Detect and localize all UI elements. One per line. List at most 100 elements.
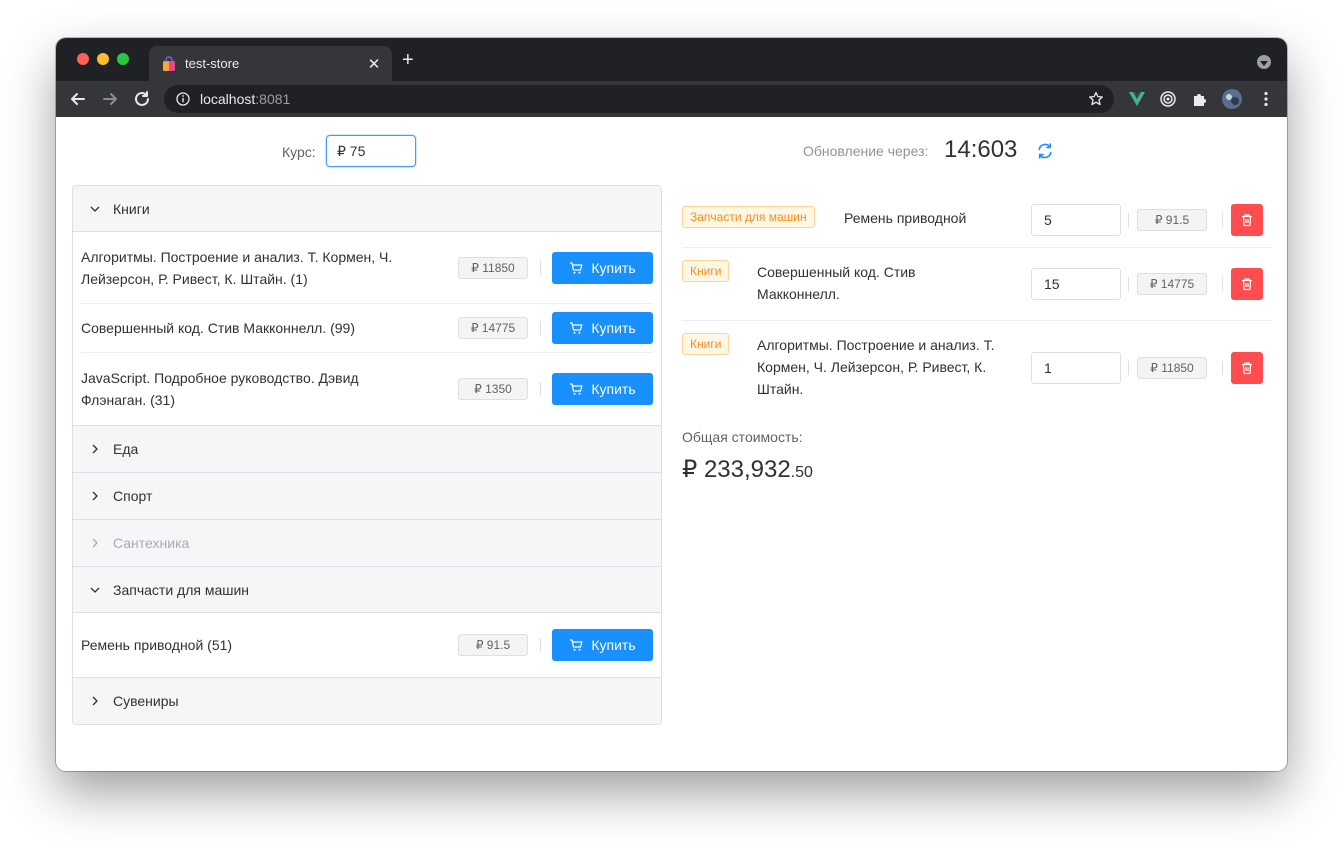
close-tab-icon[interactable]: ✕ [366, 55, 382, 73]
product-name: Совершенный код. Стив Макконнелл. (99) [81, 320, 355, 336]
divider [1128, 277, 1129, 291]
buy-button[interactable]: Купить [552, 312, 653, 344]
rate-label: Курс: [282, 144, 316, 160]
category-title: Спорт [113, 488, 153, 504]
minimize-window-button[interactable] [97, 53, 109, 65]
category-header-food[interactable]: Еда [73, 426, 661, 472]
buy-label: Купить [591, 259, 636, 276]
product-row: Ремень приводной (51) ₽ 91.5 Купить [81, 613, 653, 677]
info-icon[interactable] [176, 92, 190, 106]
category-plumbing: Сантехника [73, 520, 661, 567]
category-title: Еда [113, 441, 139, 457]
extensions-puzzle-icon[interactable] [1191, 90, 1209, 108]
url-port: :8081 [255, 91, 291, 107]
cart-item-name: Алгоритмы. Построение и анализ. Т. Корме… [757, 337, 995, 397]
shopping-bag-icon [163, 55, 175, 71]
new-tab-icon[interactable]: + [402, 50, 414, 70]
category-tag: Книги [682, 333, 730, 355]
category-title: Книги [113, 200, 150, 217]
browser-menu-icon[interactable] [1257, 90, 1275, 108]
category-food: Еда [73, 426, 661, 473]
product-price: ₽ 11850 [458, 256, 528, 279]
chevron-down-icon [90, 206, 100, 212]
cart-item: Книги Алгоритмы. Построение и анализ. Т.… [682, 321, 1272, 417]
category-books: Книги Алгоритмы. Построение и анализ. Т.… [73, 186, 661, 426]
category-header-car-parts[interactable]: Запчасти для машин [73, 567, 661, 613]
page-content: Курс: Обновление через: 14:603 Книги Алг… [56, 117, 1287, 771]
tab-strip: test-store ✕ + [56, 38, 1287, 81]
buy-label: Купить [591, 637, 636, 653]
category-body: Алгоритмы. Построение и анализ. Т. Корме… [73, 232, 661, 425]
buy-button[interactable]: Купить [552, 629, 653, 661]
maximize-window-button[interactable] [117, 53, 129, 65]
category-header-souvenirs[interactable]: Сувениры [73, 678, 661, 724]
forward-arrow-icon[interactable] [100, 89, 120, 109]
delete-button[interactable] [1231, 204, 1263, 236]
refresh-icon[interactable] [1036, 142, 1054, 160]
target-extension-icon[interactable] [1159, 90, 1177, 108]
cart-item-name: Совершенный код. Стив Макконнелл. [757, 264, 916, 302]
category-souvenirs: Сувениры [73, 678, 661, 724]
window-controls [77, 53, 129, 65]
delete-button[interactable] [1231, 352, 1263, 384]
total-label: Общая стоимость: [682, 429, 803, 445]
tab-search-icon[interactable] [1257, 55, 1271, 69]
quantity-input[interactable] [1031, 268, 1121, 300]
category-title: Сувениры [113, 693, 179, 709]
reload-icon[interactable] [132, 89, 152, 109]
divider [1222, 361, 1223, 375]
update-countdown: 14:603 [944, 136, 1018, 163]
browser-tab[interactable]: test-store ✕ [149, 46, 392, 81]
product-row: Совершенный код. Стив Макконнелл. (99) ₽… [81, 304, 653, 353]
product-row: Алгоритмы. Построение и анализ. Т. Корме… [81, 232, 653, 304]
product-price: ₽ 14775 [458, 317, 528, 339]
trash-icon [1242, 278, 1252, 291]
vue-devtools-icon[interactable] [1128, 90, 1146, 108]
chevron-down-icon [90, 587, 100, 593]
delete-button[interactable] [1231, 268, 1263, 300]
category-title: Сантехника [113, 535, 190, 551]
product-price: ₽ 1350 [458, 378, 528, 400]
product-name: JavaScript. Подробное руководство. Дэвид… [81, 370, 359, 408]
divider [540, 382, 541, 396]
trash-icon [1242, 214, 1252, 227]
buy-button[interactable]: Купить [552, 373, 653, 405]
total-amount: ₽ 233,932 [682, 456, 791, 483]
category-header-sport[interactable]: Спорт [73, 473, 661, 519]
chevron-right-icon [92, 444, 98, 454]
cart-icon [570, 322, 583, 334]
buy-button[interactable]: Купить [552, 251, 653, 284]
divider [1222, 213, 1223, 227]
divider [540, 260, 541, 275]
bookmark-star-icon[interactable] [1088, 91, 1104, 107]
cart-panel: Запчасти для машин Ремень приводной ₽ 91… [682, 189, 1272, 484]
quantity-input[interactable] [1031, 204, 1121, 236]
total-cents: .50 [790, 464, 813, 481]
buy-label: Купить [591, 381, 636, 397]
category-tag: Книги [682, 260, 730, 282]
buy-label: Купить [591, 320, 636, 336]
divider [1128, 213, 1129, 227]
browser-toolbar: localhost:8081 [56, 81, 1287, 117]
profile-avatar-icon[interactable] [1222, 89, 1242, 109]
quantity-input[interactable] [1031, 352, 1121, 384]
cart-item-price: ₽ 91.5 [1137, 209, 1207, 231]
cart-item-price: ₽ 11850 [1137, 357, 1207, 379]
cart-item-price: ₽ 14775 [1137, 273, 1207, 295]
category-tag: Запчасти для машин [682, 206, 815, 228]
browser-window: test-store ✕ + localhost:8081 Курс: ₽ 7… [56, 38, 1287, 771]
address-bar[interactable]: localhost:8081 [164, 85, 1114, 113]
divider [1222, 277, 1223, 291]
cart-item-name: Ремень приводной [844, 210, 967, 226]
category-header-books[interactable]: Книги [73, 186, 661, 232]
back-arrow-icon[interactable] [68, 89, 88, 109]
tab-title: test-store [185, 56, 240, 71]
category-body: Ремень приводной (51) ₽ 91.5 Купить [73, 613, 661, 677]
product-name: Алгоритмы. Построение и анализ. Т. Корме… [81, 248, 393, 287]
chevron-right-icon [92, 696, 98, 706]
product-row: JavaScript. Подробное руководство. Дэвид… [81, 353, 653, 425]
category-title: Запчасти для машин [113, 581, 250, 598]
close-window-button[interactable] [77, 53, 89, 65]
cart-icon [570, 261, 583, 274]
exchange-rate-input[interactable] [326, 135, 416, 167]
